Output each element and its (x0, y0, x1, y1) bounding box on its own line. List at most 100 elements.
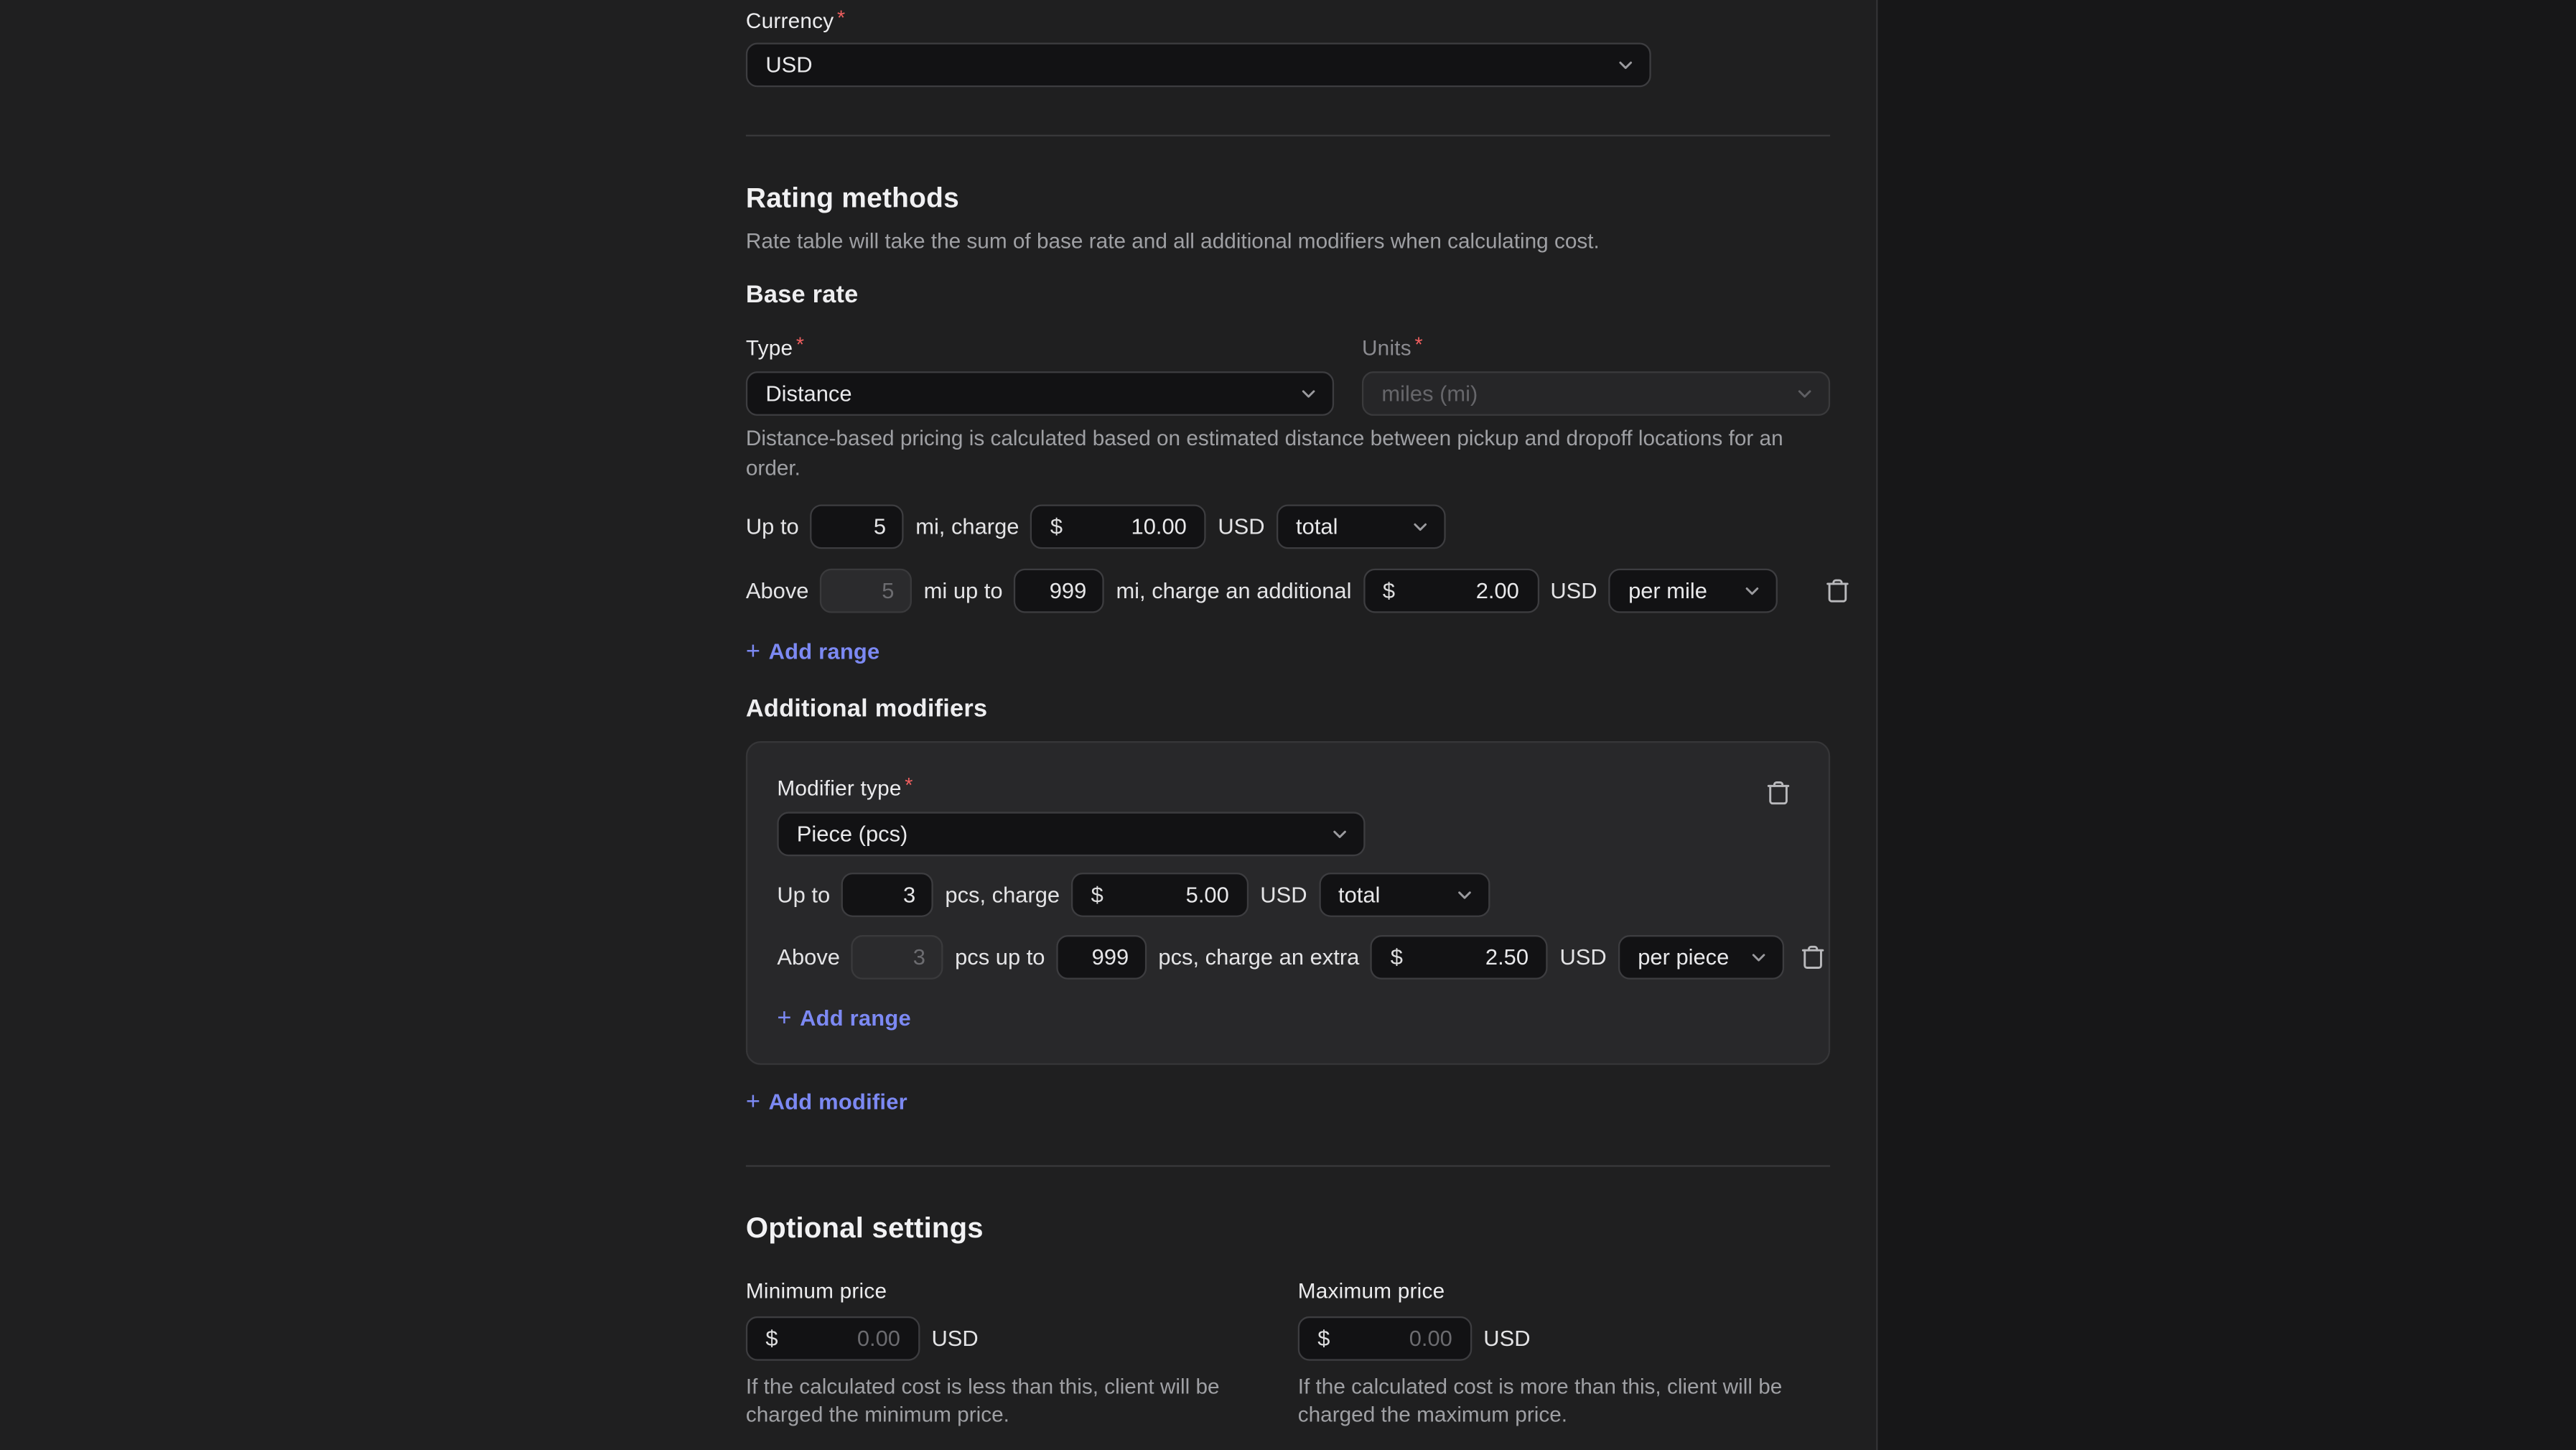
minimum-price-label: Minimum price (746, 1278, 1288, 1303)
up-to-text: Up to (746, 514, 799, 539)
minimum-price-description: If the calculated cost is less than this… (746, 1372, 1275, 1428)
section-divider (746, 135, 1830, 136)
modifier-range-row-1: Up to pcs, charge $ USD total (777, 873, 1489, 917)
chevron-down-icon (1750, 948, 1768, 966)
chevron-down-icon (1743, 582, 1761, 600)
usd-suffix: USD (1260, 883, 1307, 907)
currency-select[interactable]: USD (746, 42, 1651, 87)
base-range2-from-input (820, 569, 912, 613)
delete-range-button[interactable] (1798, 943, 1826, 971)
delete-range-button[interactable] (1824, 577, 1852, 605)
dollar-sign: $ (765, 1326, 778, 1351)
maximum-price-description: If the calculated cost is more than this… (1298, 1372, 1827, 1428)
minimum-price-field: Minimum price $ USD If the calculated co… (746, 1278, 1288, 1428)
units-select: miles (mi) (1362, 371, 1830, 416)
units-label-text: Units (1362, 335, 1411, 360)
maximum-price-input[interactable] (1338, 1326, 1452, 1351)
chevron-down-icon (1455, 886, 1473, 903)
modifier-type-select-value: Piece (pcs) (797, 822, 908, 846)
mode-select-value: total (1338, 883, 1380, 907)
trash-icon (1798, 943, 1826, 971)
chevron-down-icon (1330, 825, 1348, 843)
base-range2-mode-select[interactable]: per mile (1609, 569, 1778, 613)
chevron-down-icon (1411, 518, 1429, 536)
base-range1-amount-field: $ (1030, 504, 1206, 549)
base-rate-description: Distance-based pricing is calculated bas… (746, 424, 1830, 481)
maximum-price-label: Maximum price (1298, 1278, 1840, 1303)
modifier-range2-amount-input[interactable] (1414, 945, 1529, 970)
base-rate-title: Base rate (746, 281, 859, 309)
rate-table-form-page: Currency* USD Rating methods Rate table … (0, 0, 2576, 1450)
chevron-down-icon (1796, 384, 1814, 402)
units-label: Units* (1362, 335, 1423, 360)
add-modifier-label: Add modifier (769, 1089, 907, 1114)
up-to-text: Up to (777, 883, 830, 907)
dollar-sign: $ (1391, 945, 1403, 970)
maximum-price-field: Maximum price $ USD If the calculated co… (1298, 1278, 1840, 1428)
minimum-price-row: $ USD (746, 1316, 1288, 1361)
minimum-price-input[interactable] (785, 1326, 900, 1351)
add-range-label: Add range (769, 639, 880, 664)
minimum-price-input-field: $ (746, 1316, 920, 1361)
base-range2-to-input[interactable] (1014, 569, 1105, 613)
plus-icon: + (777, 1003, 791, 1031)
modifier-range2-amount-field: $ (1371, 935, 1548, 980)
add-modifier-button[interactable]: + Add modifier (746, 1088, 907, 1116)
trash-icon (1824, 577, 1852, 605)
required-asterisk: * (796, 334, 804, 357)
usd-suffix: USD (1559, 945, 1606, 970)
base-range2-amount-field: $ (1363, 569, 1539, 613)
up-to-text: pcs up to (955, 945, 1045, 970)
units-select-value: miles (mi) (1381, 381, 1478, 406)
modifier-range1-amount-input[interactable] (1114, 883, 1229, 907)
rating-methods-subtitle: Rate table will take the sum of base rat… (746, 227, 1830, 255)
modifier-range-row-2: Above pcs up to pcs, charge an extra $ U… (777, 935, 1826, 980)
form-content: Currency* USD Rating methods Rate table … (746, 0, 1830, 1450)
additional-modifiers-title: Additional modifiers (746, 695, 987, 723)
add-range-button[interactable]: + Add range (777, 1004, 911, 1032)
delete-modifier-button[interactable] (1765, 779, 1793, 807)
base-range1-threshold-input[interactable] (811, 504, 904, 549)
type-select[interactable]: Distance (746, 371, 1334, 416)
usd-suffix: USD (1483, 1326, 1530, 1351)
modifier-range2-to-input[interactable] (1057, 935, 1147, 980)
base-range1-mode-select[interactable]: total (1277, 504, 1446, 549)
side-panel (1877, 0, 2576, 1450)
currency-label: Currency* (746, 8, 845, 32)
currency-label-text: Currency (746, 8, 834, 32)
required-asterisk: * (1414, 334, 1422, 357)
base-range-row-2: Above mi up to mi, charge an additional … (746, 569, 1852, 613)
mode-select-value: per piece (1638, 945, 1729, 970)
mode-select-value: total (1296, 514, 1338, 539)
type-label-text: Type (746, 335, 793, 360)
chevron-down-icon (1299, 384, 1317, 402)
dollar-sign: $ (1091, 883, 1103, 907)
trash-icon (1765, 779, 1793, 807)
up-to-text: mi up to (924, 578, 1003, 603)
maximum-price-input-field: $ (1298, 1316, 1473, 1361)
form-panel: Currency* USD Rating methods Rate table … (0, 0, 1877, 1450)
add-range-button[interactable]: + Add range (746, 638, 880, 666)
usd-suffix: USD (1550, 578, 1597, 603)
base-range1-amount-input[interactable] (1072, 514, 1187, 539)
modifier-range1-mode-select[interactable]: total (1319, 873, 1490, 917)
base-range2-amount-input[interactable] (1404, 578, 1519, 603)
modifier-type-label-text: Modifier type (777, 776, 901, 800)
modifier-type-label: Modifier type* (777, 776, 913, 800)
modifier-range2-mode-select[interactable]: per piece (1618, 935, 1784, 980)
chevron-down-icon (1617, 56, 1635, 74)
rating-methods-title: Rating methods (746, 182, 959, 215)
usd-suffix: USD (1218, 514, 1264, 539)
required-asterisk: * (905, 774, 913, 797)
modifier-range1-threshold-input[interactable] (841, 873, 933, 917)
mode-select-value: per mile (1628, 578, 1707, 603)
add-range-label: Add range (800, 1005, 911, 1030)
plus-icon: + (746, 637, 760, 665)
modifier-range2-from-input (851, 935, 943, 980)
optional-settings-title: Optional settings (746, 1211, 984, 1245)
modifier-type-select[interactable]: Piece (pcs) (777, 812, 1365, 856)
charge-extra-text: pcs, charge an extra (1158, 945, 1359, 970)
maximum-price-row: $ USD (1298, 1316, 1840, 1361)
type-label: Type* (746, 335, 804, 360)
above-text: Above (746, 578, 809, 603)
